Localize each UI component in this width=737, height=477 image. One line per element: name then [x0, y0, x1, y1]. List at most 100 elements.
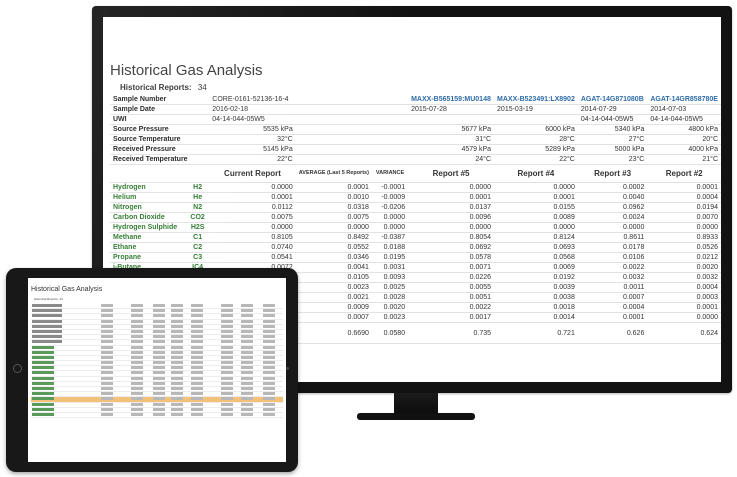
column-header: VARIANCE [371, 164, 409, 183]
tablet-row-label-mark [32, 402, 54, 406]
meta-row-cell: 32°C [209, 134, 296, 145]
component-value: 0.0020 [647, 262, 721, 273]
tablet-cell-mark [101, 397, 113, 401]
component-name: Methane [110, 232, 186, 243]
tablet-cell-mark [263, 335, 275, 339]
tablet-cell-mark [263, 412, 275, 416]
column-header: Current Report [209, 164, 296, 183]
tablet-cell-mark [153, 309, 165, 313]
tablet-row-label-mark [32, 376, 54, 380]
tablet-cell-mark [101, 319, 113, 323]
component-symbol: N2 [186, 202, 210, 213]
meta-row-cell [371, 124, 409, 135]
meta-row-cell: 2015-03-19 [494, 104, 578, 115]
tablet-cell-mark [241, 361, 253, 365]
tablet-cell-mark [241, 329, 253, 333]
component-value: 0.0071 [408, 262, 495, 273]
component-value: 0.0137 [408, 202, 495, 213]
component-value: 0.0002 [577, 182, 648, 193]
meta-row-cell: 4000 kPa [647, 144, 721, 155]
tablet-cell-mark [263, 402, 275, 406]
tablet-cell-mark [241, 366, 253, 370]
meta-row: Source Pressure 5535 kPa 5677 kPa 6000 kPa 5… [110, 124, 721, 135]
tablet-cell-mark [171, 371, 183, 375]
column-header: Report #5 [408, 164, 495, 183]
component-symbol: He [186, 192, 210, 203]
tablet-cell-mark [171, 355, 183, 359]
tablet-cell-mark [101, 324, 113, 328]
tablet-table-row [31, 412, 283, 419]
tablet-cell-mark [101, 350, 113, 354]
tablet-cell-mark [153, 335, 165, 339]
meta-row-cell: 2016-02-18 [209, 104, 296, 115]
tablet-cell-mark [101, 387, 113, 390]
tablet-cell-mark [153, 366, 165, 370]
tablet-cell-mark [171, 412, 183, 416]
component-value: 0.0740 [209, 242, 296, 253]
component-value: 0.0041 [295, 262, 372, 273]
component-value: 0.0011 [577, 282, 648, 293]
tablet-reports-value: 34 [59, 297, 63, 301]
meta-row-cell [371, 114, 409, 125]
tablet-cell-mark [241, 355, 253, 359]
tablet-cell-mark [241, 335, 253, 339]
component-value: -0.0387 [371, 232, 409, 243]
tablet-reports-label: Historical Reports: [34, 297, 59, 301]
tablet-gap [31, 418, 283, 426]
meta-row-cell [371, 134, 409, 145]
tablet-cell-mark [263, 392, 275, 396]
tablet-cell-mark [131, 361, 143, 365]
component-value: 0.0001 [577, 312, 648, 323]
tablet-cell-mark [153, 392, 165, 396]
total-value: 0.0580 [371, 322, 409, 344]
tablet-cell-mark [153, 412, 165, 416]
tablet-row-label-mark [32, 314, 62, 318]
meta-row: Received Pressure 5145 kPa 4579 kPa 5289 kP… [110, 144, 721, 155]
tablet-cell-mark [241, 402, 253, 406]
tablet-cell-mark [221, 361, 233, 365]
component-value: 0.0001 [295, 182, 372, 193]
tablet-cell-mark [241, 304, 253, 307]
tablet-cell-mark [221, 381, 233, 385]
meta-row-cell: 2014-07-03 [647, 104, 721, 115]
tablet-cell-mark [221, 309, 233, 313]
tablet-cell-mark [153, 304, 165, 307]
component-value: 0.0000 [408, 222, 495, 233]
component-value: 0.0000 [209, 182, 296, 193]
total-value: 0.735 [408, 322, 495, 344]
tablet-cell-mark [221, 407, 233, 411]
component-value: 0.0032 [577, 272, 648, 283]
tablet-cell-mark [221, 366, 233, 370]
tablet-cell-mark [241, 350, 253, 354]
component-value: 0.0568 [494, 252, 578, 263]
component-value: 0.0024 [577, 212, 648, 223]
tablet-cell-mark [101, 304, 113, 307]
tablet-row-label-mark [32, 361, 54, 365]
tablet-cell-mark [221, 345, 233, 349]
tablet-row-label-mark [32, 304, 62, 307]
tablet-row-label-mark [32, 340, 62, 344]
component-value: 0.0023 [295, 282, 372, 293]
component-value: 0.0007 [295, 312, 372, 323]
tablet-cell-mark [171, 350, 183, 354]
tablet-row-label-mark [32, 335, 62, 339]
tablet-cell-mark [191, 402, 203, 406]
component-row: Nitrogen N2 0.0112 0.0318 -0.0206 0.0137 0.015… [110, 202, 721, 213]
component-row: Carbon Dioxide CO2 0.0075 0.0075 0.0000 0.009… [110, 212, 721, 223]
tablet-cell-mark [171, 335, 183, 339]
column-header: Report #4 [494, 164, 578, 183]
component-row: Methane C1 0.8105 0.8492 -0.0387 0.8054 0.8124… [110, 232, 721, 243]
component-value: -0.0001 [371, 182, 409, 193]
tablet-cell-mark [153, 355, 165, 359]
historical-reports-count: Historical Reports: 34 [120, 83, 207, 92]
tablet-cell-mark [191, 407, 203, 411]
tablet-cell-mark [191, 304, 203, 307]
tablet-cell-mark [263, 407, 275, 411]
component-value: 0.0195 [371, 252, 409, 263]
tablet-cell-mark [153, 314, 165, 318]
component-value: 0.0526 [647, 242, 721, 253]
tablet-cell-mark [221, 340, 233, 344]
component-value: 0.0014 [494, 312, 578, 323]
component-symbol: H2S [186, 222, 210, 233]
tablet-home-button[interactable] [13, 364, 22, 373]
